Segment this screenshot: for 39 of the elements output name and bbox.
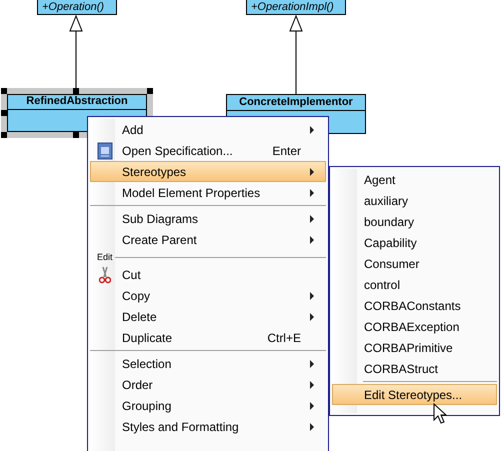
menu-item[interactable]: Sub Diagrams	[90, 208, 326, 229]
menu-item[interactable]: Duplicate Ctrl+E	[90, 327, 326, 348]
menu-item[interactable]: Order	[90, 374, 326, 395]
menu-item[interactable]: control	[332, 274, 497, 295]
menu-item[interactable]: Styles and Formatting	[90, 416, 326, 437]
class-box[interactable]: +Operation()	[37, 0, 117, 15]
menu-item[interactable]: Open Specification... Enter	[90, 140, 326, 161]
menu-item[interactable]: Selection	[90, 353, 326, 374]
menu-item[interactable]: Capability	[332, 232, 497, 253]
menu-item[interactable]: Model Element Properties	[90, 182, 326, 203]
menu-item[interactable]: CORBAStruct	[332, 358, 497, 379]
class-box[interactable]: +OperationImpl()	[246, 0, 346, 15]
menu-item[interactable]: Create Parent	[90, 229, 326, 250]
class-name: ConcreteImplementor	[227, 95, 365, 111]
operation-text: +OperationImpl()	[251, 0, 334, 14]
menu-item[interactable]: Stereotypes	[90, 161, 326, 182]
menu-item[interactable]: Grouping	[90, 395, 326, 416]
menu-item[interactable]: Edit Stereotypes...	[332, 384, 497, 405]
scissors-icon	[98, 266, 110, 284]
menu-item[interactable]: Delete	[90, 306, 326, 327]
menu-item[interactable]: auxiliary	[332, 190, 497, 211]
menu-item[interactable]: CORBAConstants	[332, 295, 497, 316]
resize-handle[interactable]	[1, 110, 7, 116]
menu-item[interactable]: boundary	[332, 211, 497, 232]
menu-item[interactable]: Copy	[90, 285, 326, 306]
menu-item[interactable]: Consumer	[332, 253, 497, 274]
section-label: Edit	[96, 252, 113, 262]
class-name: RefinedAbstraction	[7, 94, 147, 110]
menu-item[interactable]: CORBAPrimitive	[332, 337, 497, 358]
resize-handle[interactable]	[1, 88, 7, 94]
menu-item[interactable]: CORBAException	[332, 316, 497, 337]
menu-item[interactable]: Agent	[332, 169, 497, 190]
document-icon	[96, 142, 112, 160]
resize-handle[interactable]	[73, 132, 79, 138]
menu-item[interactable]: Cut	[90, 264, 326, 285]
resize-handle[interactable]	[73, 88, 79, 94]
resize-handle[interactable]	[1, 132, 7, 138]
operation-text: +Operation()	[42, 0, 104, 14]
resize-handle[interactable]	[147, 88, 153, 94]
